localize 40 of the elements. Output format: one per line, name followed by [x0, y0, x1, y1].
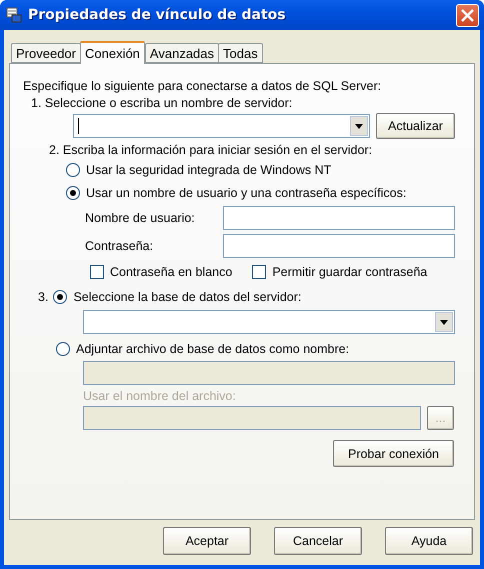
dialog-button[interactable]: Cancelar: [274, 527, 362, 555]
database-combo-box[interactable]: [83, 310, 455, 334]
checkbox[interactable]: [252, 265, 266, 279]
dropdown-arrow-icon: [355, 124, 363, 128]
field-label: Nombre de usuario:: [85, 211, 196, 225]
tab[interactable]: Todas: [218, 43, 263, 63]
close-icon: [461, 8, 474, 22]
server-combo-box[interactable]: [73, 114, 370, 138]
tab[interactable]: Proveedor: [11, 43, 81, 63]
radio-button[interactable]: [66, 186, 80, 200]
checkbox[interactable]: [90, 265, 104, 279]
field-label: Contraseña:: [85, 239, 154, 253]
tab[interactable]: Avanzadas: [144, 43, 220, 63]
tab[interactable]: Conexión: [80, 41, 145, 64]
dialog-button[interactable]: Aceptar: [163, 527, 251, 555]
test-connection-button[interactable]: Probar conexión: [333, 440, 454, 467]
refresh-button[interactable]: Actualizar: [376, 113, 455, 139]
password-field[interactable]: [223, 234, 455, 258]
checkbox-label: Permitir guardar contraseña: [272, 265, 428, 279]
intro-text: Especifique lo siguiente para conectarse a datos de SQL Server:: [23, 79, 382, 93]
attach-file-field[interactable]: [83, 361, 455, 385]
step-number: 3.: [38, 290, 48, 304]
window-title: Propiedades de vínculo de datos: [28, 7, 287, 23]
radio-button[interactable]: [56, 342, 70, 356]
radio-label: Seleccione la base de datos del servidor:: [73, 290, 302, 304]
file-name-field[interactable]: [83, 406, 421, 430]
data-link-icon: [6, 7, 22, 23]
radio-button[interactable]: [66, 163, 80, 177]
radio-label: Adjuntar archivo de base de datos como nombre:: [76, 342, 350, 356]
username-field[interactable]: [223, 206, 455, 230]
dropdown-arrow-icon: [440, 320, 448, 324]
radio-label: Usar la seguridad integrada de Windows NT: [86, 163, 332, 177]
checkbox-label: Contraseña en blanco: [110, 265, 232, 279]
radio-button[interactable]: [53, 290, 68, 304]
dialog-button[interactable]: Ayuda: [385, 527, 473, 555]
close-button[interactable]: [456, 4, 479, 26]
radio-label: Usar un nombre de usuario y una contraseña específicos:: [86, 186, 406, 200]
step-label: 1. Seleccione o escriba un nombre de servidor:: [31, 96, 292, 110]
step-label: 2. Escriba la información para iniciar sesión en el servidor:: [49, 143, 372, 157]
field-label: Usar el nombre del archivo:: [83, 389, 236, 403]
